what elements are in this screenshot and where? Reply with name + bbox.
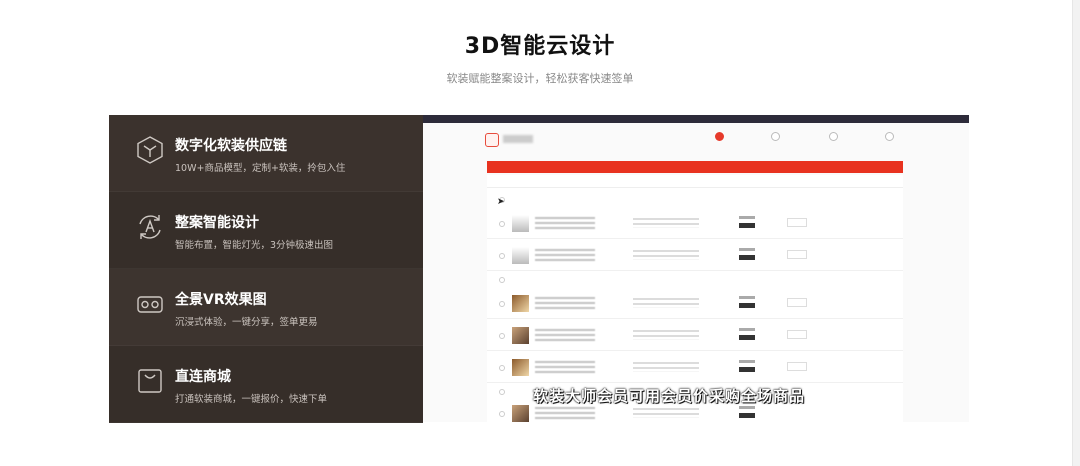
price-blurred <box>739 248 755 251</box>
table-row[interactable] <box>487 289 903 319</box>
step-indicator-4 <box>885 132 894 141</box>
spec-select[interactable] <box>633 298 699 308</box>
product-thumbnail <box>512 359 529 376</box>
page-scrollbar[interactable] <box>1072 0 1080 466</box>
step-indicator-2 <box>771 132 780 141</box>
feature-desc: 10W+商品模型，定制+软装，拎包入住 <box>175 163 346 174</box>
browser-top-bar <box>423 115 969 123</box>
product-name-blurred <box>535 361 595 373</box>
product-name-blurred <box>535 329 595 341</box>
shopping-bag-icon <box>135 366 165 396</box>
feature-title: 全景VR效果图 <box>175 292 267 308</box>
spec-select[interactable] <box>633 250 699 260</box>
feature-panel: 数字化软装供应链 10W+商品模型，定制+软装，拎包入住 整案智能设计 智能布置… <box>109 115 423 423</box>
spec-select[interactable] <box>633 330 699 340</box>
product-thumbnail <box>512 295 529 312</box>
group-checkbox[interactable] <box>499 389 505 395</box>
feature-item-vr[interactable]: 全景VR效果图 沉浸式体验，一键分享，签单更易 <box>109 269 423 346</box>
feature-item-supply-chain[interactable]: 数字化软装供应链 10W+商品模型，定制+软装，拎包入住 <box>109 115 423 192</box>
feature-desc: 打通软装商城，一键报价，快速下单 <box>175 394 328 405</box>
product-screenshot: ➤ 软装大师会员可用会员价采购全场商品 <box>423 115 969 422</box>
price-tag <box>739 255 755 260</box>
product-thumbnail <box>512 215 529 232</box>
quantity-stepper[interactable] <box>787 250 807 259</box>
video-caption: 软装大师会员可用会员价采购全场商品 <box>533 387 806 405</box>
price-tag <box>739 303 755 308</box>
ai-refresh-icon <box>135 212 165 242</box>
landing-section: 3D智能云设计 软装赋能整案设计，轻松获客快速签单 数字化软装供应链 10W+商… <box>0 0 1080 466</box>
price-tag <box>739 335 755 340</box>
product-thumbnail <box>512 247 529 264</box>
table-row[interactable] <box>487 209 903 239</box>
app-logo-text-blurred <box>503 135 533 143</box>
row-checkbox[interactable] <box>499 253 505 259</box>
price-blurred <box>739 216 755 219</box>
price-tag <box>739 413 755 418</box>
feature-item-mall[interactable]: 直连商城 打通软装商城，一键报价，快速下单 <box>109 346 423 423</box>
group-checkbox[interactable] <box>499 277 505 283</box>
feature-title: 直连商城 <box>175 369 231 385</box>
price-tag <box>739 367 755 372</box>
feature-title: 整案智能设计 <box>175 215 259 231</box>
table-row[interactable] <box>487 321 903 351</box>
table-row[interactable] <box>487 241 903 271</box>
feature-item-smart-design[interactable]: 整案智能设计 智能布置，智能灯光，3分钟极速出图 <box>109 192 423 269</box>
product-name-blurred <box>535 217 595 229</box>
quantity-stepper[interactable] <box>787 330 807 339</box>
price-tag <box>739 223 755 228</box>
product-thumbnail <box>512 327 529 344</box>
promo-banner <box>487 161 903 173</box>
quantity-stepper[interactable] <box>787 298 807 307</box>
product-name-blurred <box>535 407 595 419</box>
spec-select[interactable] <box>633 218 699 228</box>
price-blurred <box>739 328 755 331</box>
feature-desc: 沉浸式体验，一键分享，签单更易 <box>175 317 318 328</box>
row-checkbox[interactable] <box>499 333 505 339</box>
price-blurred <box>739 406 755 409</box>
row-checkbox[interactable] <box>499 221 505 227</box>
cube-icon <box>135 135 165 165</box>
quantity-stepper[interactable] <box>787 362 807 371</box>
price-blurred <box>739 296 755 299</box>
price-blurred <box>739 360 755 363</box>
table-header-divider <box>487 187 903 188</box>
row-checkbox[interactable] <box>499 411 505 417</box>
product-name-blurred <box>535 249 595 261</box>
group-header <box>499 389 509 395</box>
feature-desc: 智能布置，智能灯光，3分钟极速出图 <box>175 240 334 251</box>
feature-title: 数字化软装供应链 <box>175 138 287 154</box>
row-checkbox[interactable] <box>499 301 505 307</box>
spec-select[interactable] <box>633 408 699 418</box>
step-indicator-1 <box>715 132 724 141</box>
table-row[interactable] <box>487 353 903 383</box>
spec-select[interactable] <box>633 362 699 372</box>
mouse-cursor-icon: ➤ <box>497 197 505 207</box>
quantity-stepper[interactable] <box>787 218 807 227</box>
product-name-blurred <box>535 297 595 309</box>
vr-headset-icon <box>135 289 165 319</box>
product-thumbnail <box>512 405 529 422</box>
app-logo <box>485 133 499 147</box>
group-header <box>499 277 509 283</box>
section-title: 3D智能云设计 <box>464 34 616 59</box>
section-subtitle: 软装赋能整案设计，轻松获客快速签单 <box>446 72 634 85</box>
step-indicator-3 <box>829 132 838 141</box>
row-checkbox[interactable] <box>499 365 505 371</box>
